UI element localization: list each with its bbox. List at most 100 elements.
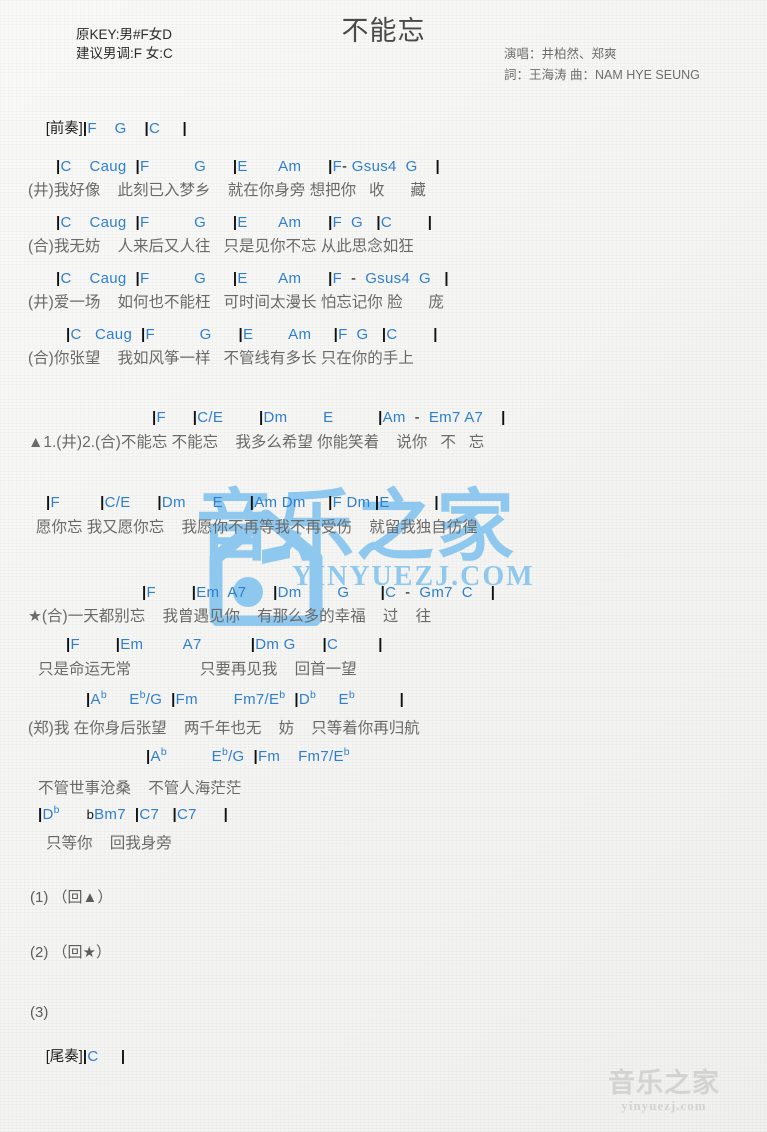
outro-row: [尾奏]|C | [28,1027,125,1084]
chord-row: |F |Em A7 |Dm G |C | [66,636,383,653]
bar-line: | [427,214,433,231]
bar-line: | [86,691,91,708]
chord-dash: - [405,584,411,601]
bar-line: | [141,326,146,343]
bar-line: | [232,214,238,231]
lyric-row: 不管世事沧桑 不管人海茫茫 [38,780,242,797]
bar-line: | [434,494,439,511]
credits: 演唱：井柏然、郑爽 詞：王海涛 曲：NAM HYE SEUNG [504,44,700,86]
lyric-row: ▲1.(井)2.(合)不能忘 不能忘 我多么希望 你能笑着 说你 不 忘 [28,434,485,451]
bar-line: | [192,409,198,426]
flat-sign: b [348,689,355,701]
bar-line: | [250,636,256,653]
bar-line: | [120,1048,126,1065]
lyric-row: 只等你 回我身旁 [46,835,172,852]
ending-item: (3) [30,1004,49,1021]
flat-sign: b [343,746,350,758]
flat-sign: b [221,746,229,758]
bar-line: | [115,636,121,653]
bar-line: | [171,691,176,708]
bar-line: | [172,806,177,823]
flat-sign: b [139,689,146,701]
lyric-row: (井)我好像 此刻已入梦乡 就在你身旁 想把你 收 藏 [28,182,426,199]
bar-line: | [328,158,333,175]
bar-line: | [82,120,88,137]
bar-line: | [435,158,440,175]
flat-sign: b [279,689,286,701]
bar-line: | [433,326,438,343]
outro-chords: |C | [82,1048,126,1065]
lyric-row: 只是命运无常 只要再见我 回首一望 [38,661,357,678]
bar-line: | [134,806,140,823]
bar-line: | [66,636,71,653]
intro-chords: |F G |C | [82,120,187,137]
bar-line: | [333,326,339,343]
sheet-music-page: 原KEY:男#F女D 建议男调:F 女:C 不能忘 演唱：井柏然、郑爽 詞：王海… [0,0,767,1132]
chord-row: |Ab Eb/G |Fm Fm7/Eb |Db Eb | [86,689,405,708]
flat-sign: b [310,689,317,701]
chord-row: |F |C/E |Dm E |Am - Em7 A7 | [152,409,506,426]
writer-line: 詞：王海涛 曲：NAM HYE SEUNG [504,68,700,82]
chord-row: |Ab Eb/G |Fm Fm7/Eb [146,746,350,765]
bar-line: | [376,214,381,231]
bar-line: | [223,806,229,823]
bar-line: | [191,584,197,601]
bar-line: | [152,409,157,426]
chord-row: |F |Em A7 |Dm G |C - Gm7 C | [142,584,496,601]
bar-line: | [273,584,278,601]
bar-line: | [157,494,162,511]
lyric-row: (郑)我 在你身后张望 两千年也无 妨 只等着你再归航 [28,720,420,737]
page-title: 不能忘 [341,16,426,46]
chord-row: |C Caug |F G |E Am |F- Gsus4 G | [56,158,440,175]
bar-line: | [490,584,496,601]
bar-line: | [294,691,299,708]
bar-line: | [46,494,51,511]
chord-row: |C Caug |F G |E Am |F - Gsus4 G | [56,270,449,287]
bar-line: | [182,120,187,137]
chord-row: |F |C/E |Dm E |Am Dm |F Dm |E | [46,494,439,511]
bar-line: | [100,494,105,511]
bar-line: | [232,158,238,175]
bar-line: | [249,494,255,511]
chord-dash: - [350,270,357,287]
bar-line: | [135,214,140,231]
intro-label: [前奏] [45,121,83,137]
intro-row: [前奏]|F G |C | [28,99,187,156]
chord-dash: - [414,409,420,426]
flat-sign: b [160,746,167,758]
flat-sign: b [53,804,60,816]
bar-line: | [328,270,333,287]
lyric-row: (合)我无妨 人来后又人往 只是见你不忘 从此思念如狂 [28,238,414,255]
bar-line: | [135,270,140,287]
bar-line: | [378,636,383,653]
bar-line: | [56,214,61,231]
bar-line: | [56,270,61,287]
bar-line: | [38,806,43,823]
bar-line: | [66,326,71,343]
lyric-row: 愿你忘 我又愿你忘 我愿你不再等我不再受伤 就留我独自彷徨 [36,519,478,536]
lyric-row: ★(合)一天都别忘 我曾遇见你 有那么多的幸福 过 往 [28,608,432,625]
bar-line: | [328,494,333,511]
bar-line: | [501,409,506,426]
bar-line: | [82,1048,88,1065]
bar-line: | [374,494,380,511]
bar-line: | [444,270,449,287]
bar-line: | [328,214,333,231]
bar-line: | [378,409,383,426]
bar-line: | [142,584,147,601]
flat-sign: b [100,689,107,701]
bar-line: | [232,270,238,287]
flat-sign: b [86,807,95,822]
bar-line: | [322,636,327,653]
chord-dash: - [342,158,348,175]
bar-line: | [146,748,151,765]
singer-line: 演唱：井柏然、郑爽 [504,47,617,61]
chord-row: |C Caug |F G |E Am |F G |C | [56,214,433,231]
bar-line: | [238,326,243,343]
chord-row: |Db bBm7 |C7 |C7 | [38,804,229,823]
lyric-row: (井)爱一场 如何也不能枉 可时间太漫长 怕忘记你 脸 庞 [28,294,444,311]
bar-line: | [56,158,61,175]
bar-line: | [258,409,264,426]
bar-line: | [144,120,150,137]
ending-item: (2) （回★） [30,944,111,961]
